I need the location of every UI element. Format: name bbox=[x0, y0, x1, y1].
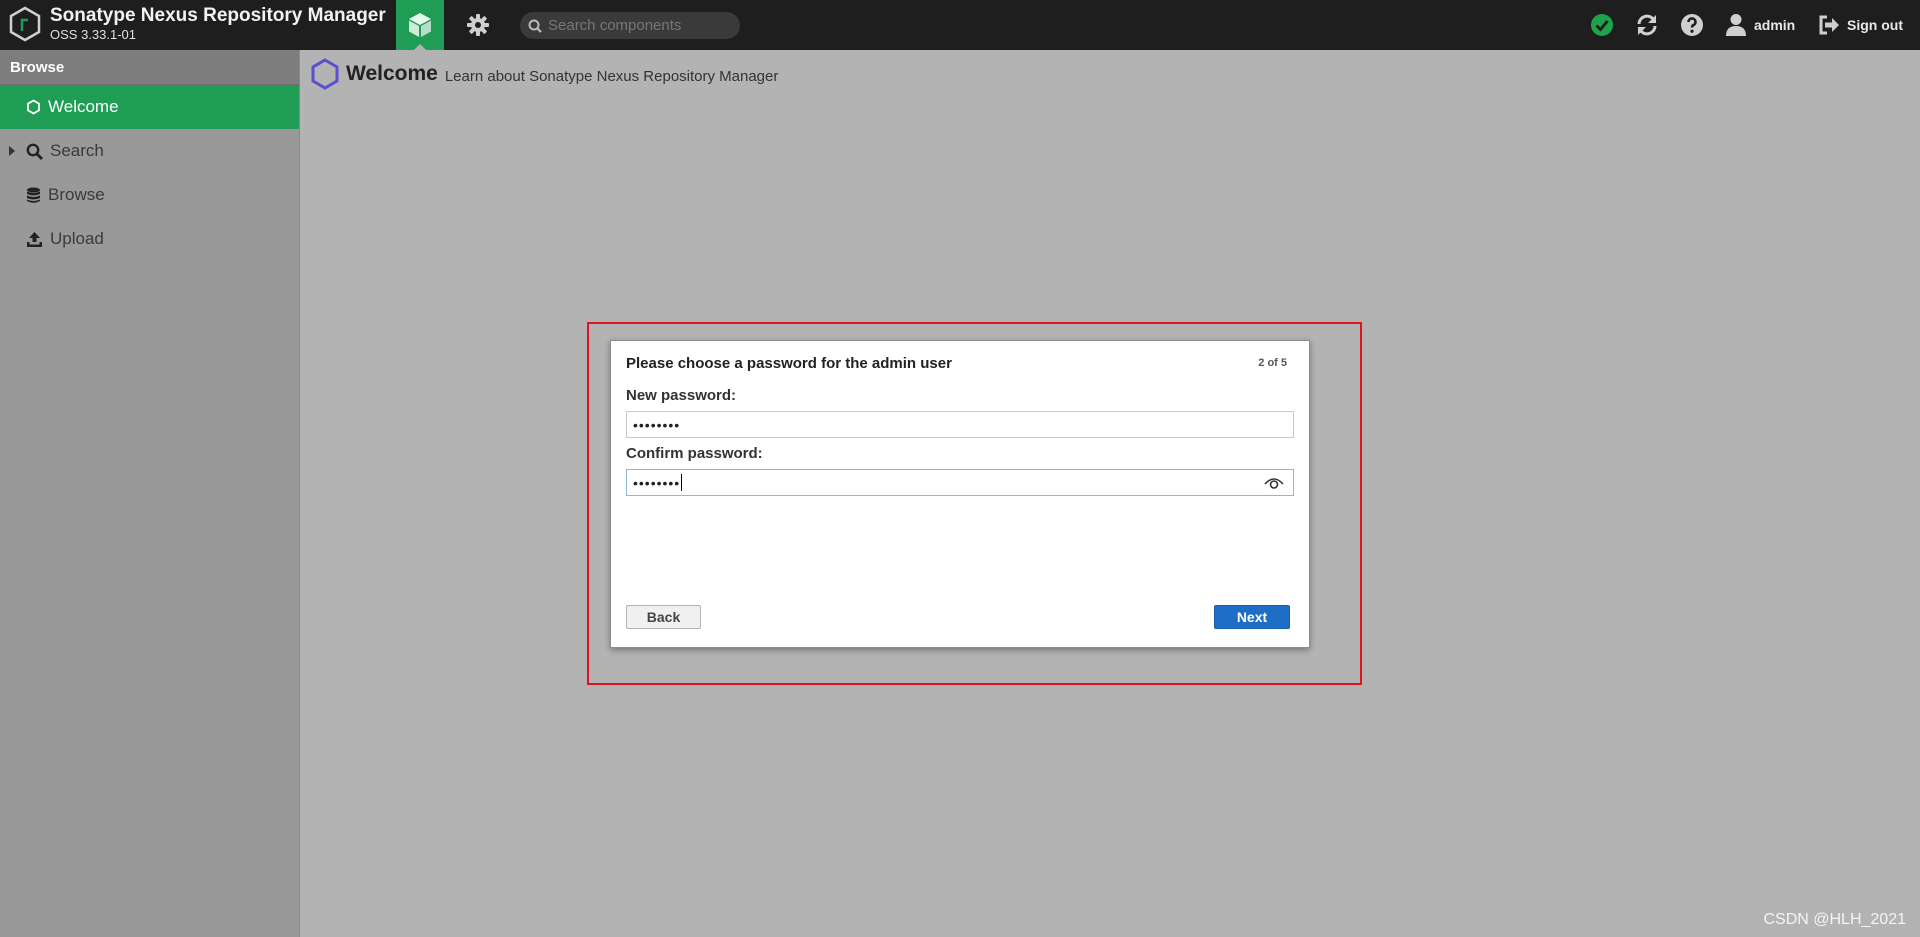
signout-button[interactable]: Sign out bbox=[1818, 0, 1903, 50]
search-input[interactable] bbox=[548, 17, 728, 34]
eye-icon[interactable] bbox=[1264, 475, 1284, 490]
step-indicator: 2 of 5 bbox=[1258, 357, 1287, 369]
back-button[interactable]: Back bbox=[626, 605, 701, 629]
new-password-value: •••••••• bbox=[633, 416, 681, 433]
refresh-button[interactable] bbox=[1635, 0, 1659, 50]
browse-mode-button[interactable] bbox=[396, 0, 444, 50]
search-box[interactable] bbox=[520, 12, 740, 39]
sidebar-item-label: Search bbox=[50, 141, 104, 160]
database-icon bbox=[27, 187, 40, 203]
dialog-title: Please choose a password for the admin u… bbox=[626, 355, 952, 372]
upload-icon bbox=[27, 231, 42, 247]
system-status[interactable] bbox=[1590, 0, 1614, 50]
nexus-hexagon-icon bbox=[9, 6, 41, 41]
watermark: CSDN @HLH_2021 bbox=[1763, 911, 1906, 928]
confirm-password-label: Confirm password: bbox=[626, 445, 763, 462]
search-icon bbox=[26, 143, 43, 160]
brand[interactable]: Sonatype Nexus Repository Manager OSS 3.… bbox=[8, 5, 386, 42]
refresh-icon bbox=[1637, 14, 1657, 36]
sidebar-item-label: Welcome bbox=[48, 97, 119, 116]
gear-icon bbox=[467, 14, 489, 36]
sidebar-item-label: Upload bbox=[50, 229, 104, 248]
welcome-hexagon-icon bbox=[311, 58, 339, 90]
signout-icon bbox=[1819, 15, 1839, 35]
new-password-label: New password: bbox=[626, 387, 737, 404]
sidebar-item-search[interactable]: Search bbox=[0, 129, 299, 173]
app-version: OSS 3.33.1-01 bbox=[50, 27, 136, 42]
signout-label: Sign out bbox=[1847, 17, 1903, 33]
expand-caret-icon[interactable] bbox=[9, 146, 15, 156]
page-title: Welcome bbox=[346, 62, 438, 85]
text-caret bbox=[681, 474, 683, 491]
app-title: Sonatype Nexus Repository Manager bbox=[50, 5, 386, 26]
sidebar-item-welcome[interactable]: Welcome bbox=[0, 85, 299, 129]
next-button[interactable]: Next bbox=[1214, 605, 1290, 629]
cube-icon bbox=[409, 13, 431, 37]
confirm-password-value: •••••••• bbox=[633, 474, 681, 491]
setup-wizard-dialog: Please choose a password for the admin u… bbox=[610, 340, 1310, 648]
confirm-password-field[interactable]: •••••••• bbox=[626, 469, 1294, 496]
sidebar-item-label: Browse bbox=[48, 185, 105, 204]
help-icon bbox=[1681, 14, 1703, 36]
user-icon bbox=[1726, 14, 1746, 36]
user-menu[interactable]: admin bbox=[1725, 0, 1795, 50]
top-bar: Sonatype Nexus Repository Manager OSS 3.… bbox=[0, 0, 1920, 50]
check-circle-icon bbox=[1591, 14, 1613, 36]
sidebar: Browse Welcome Search Browse Upload bbox=[0, 50, 300, 937]
sidebar-item-upload[interactable]: Upload bbox=[0, 217, 299, 261]
help-button[interactable] bbox=[1680, 0, 1704, 50]
page-subtitle: Learn about Sonatype Nexus Repository Ma… bbox=[444, 67, 779, 85]
user-name: admin bbox=[1754, 17, 1796, 33]
content-header: Welcome Learn about Sonatype Nexus Repos… bbox=[310, 58, 778, 90]
new-password-field[interactable]: •••••••• bbox=[626, 411, 1294, 438]
sidebar-item-browse[interactable]: Browse bbox=[0, 173, 299, 217]
sidebar-header: Browse bbox=[0, 50, 299, 85]
hexagon-icon bbox=[27, 99, 40, 115]
admin-mode-button[interactable] bbox=[454, 0, 502, 50]
search-icon bbox=[528, 19, 542, 33]
